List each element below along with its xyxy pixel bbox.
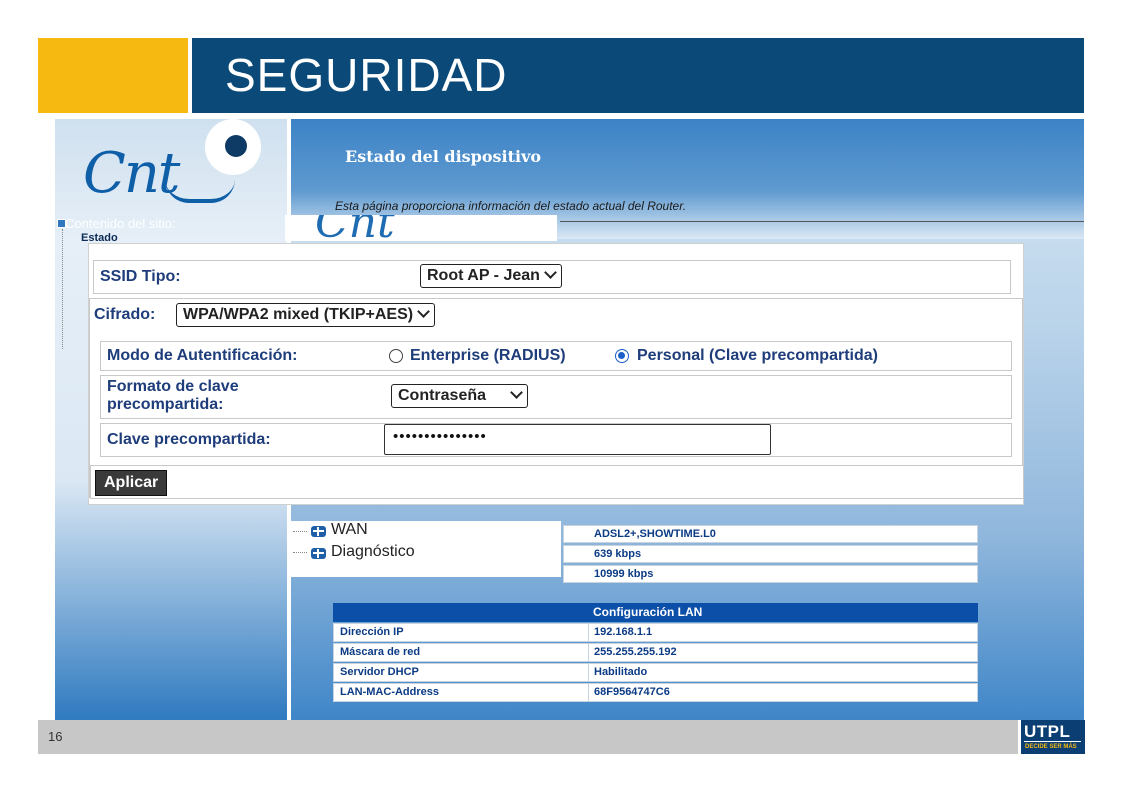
chevron-down-icon [544,266,557,279]
psk-input[interactable]: ••••••••••••••• [384,424,771,455]
slide-title: SEGURIDAD [225,49,508,101]
psk-format-row: Formato de clave precompartida: Contrase… [100,375,1012,419]
tree-connector [293,552,307,553]
table-row: LAN-MAC-Address 68F9564747C6 [333,683,978,702]
cnt-logo-overlap: Cnt [285,215,557,241]
cipher-label: Cifrado: [94,306,156,323]
cipher-select[interactable]: WPA/WPA2 mixed (TKIP+AES) [176,303,436,327]
device-status-description: Esta página proporciona información del … [335,199,687,213]
lan-header-label: Configuración LAN [593,605,703,619]
table-row: 10999 kbps [563,565,978,583]
lan-value: 68F9564747C6 [594,686,670,698]
lan-key: LAN-MAC-Address [340,686,439,698]
tree-item-diagnostico[interactable]: Diagnóstico [331,543,415,561]
tree-connector [293,531,307,532]
cipher-section: Cifrado: WPA/WPA2 mixed (TKIP+AES) Modo … [89,298,1024,499]
psk-format-label: Formato de clave precompartida: [107,378,239,413]
lan-key: Máscara de red [340,646,421,658]
ssid-type-row: SSID Tipo: Root AP - Jean [93,260,1011,294]
expand-icon[interactable] [311,548,326,559]
slide-footer [38,720,1018,754]
header-accent [38,38,188,113]
lan-key: Dirección IP [340,626,404,638]
lan-table-header: Configuración LAN [333,603,978,622]
site-content-label: Contenido del sitio: [65,216,176,231]
psk-label: Clave precompartida: [107,431,271,448]
radio-enterprise[interactable] [389,349,403,363]
lan-value: Habilitado [594,666,648,678]
cipher-value: WPA/WPA2 mixed (TKIP+AES) [183,306,414,323]
auth-mode-label: Modo de Autentificación: [107,347,298,364]
page-number: 16 [48,729,63,744]
expand-icon[interactable] [311,526,326,537]
cnt-logo-ghost: Cnt [315,215,395,241]
tree-item-wan[interactable]: WAN [331,521,368,539]
table-row: Máscara de red 255.255.255.192 [333,643,978,662]
table-row: Servidor DHCP Habilitado [333,663,978,682]
psk-row: Clave precompartida: ••••••••••••••• [100,423,1012,457]
tree-line [62,229,63,349]
radio-personal[interactable] [615,349,629,363]
lan-key: Servidor DHCP [340,666,419,678]
table-row: 639 kbps [563,545,978,563]
lan-value: 192.168.1.1 [594,626,653,638]
router-screenshot: Cnt Contenido del sitio: Estado Estado d… [55,119,1084,720]
psk-format-select[interactable]: Contraseña [391,384,529,408]
wifi-security-form: SSID Tipo: Root AP - Jean Cifrado: WPA/W… [88,243,1024,505]
ssid-type-value: Root AP - Jean [427,267,540,284]
cnt-logo: Cnt [83,141,180,206]
apply-button[interactable]: Aplicar [95,470,168,496]
utpl-logo-text: UTPL [1024,722,1071,741]
utpl-logo-rule [1024,741,1081,742]
table-row: Dirección IP 192.168.1.1 [333,623,978,642]
auth-mode-row: Modo de Autentificación: Enterprise (RAD… [100,341,1012,371]
ssid-type-label: SSID Tipo: [100,268,181,285]
chevron-down-icon [510,386,523,399]
lan-value: 255.255.255.192 [594,646,677,658]
radio-personal-label: Personal (Clave precompartida) [637,347,878,364]
wan-value: ADSL2+,SHOWTIME.L0 [594,528,716,540]
apply-row: Aplicar [90,465,1024,499]
utpl-logo-tagline: DECIDE SER MÁS [1025,744,1077,750]
chevron-down-icon [417,305,430,318]
device-status-title: Estado del dispositivo [345,147,542,166]
table-row: ADSL2+,SHOWTIME.L0 [563,525,978,543]
wan-value: 10999 kbps [594,568,654,580]
psk-format-value: Contraseña [398,387,487,404]
radio-enterprise-label: Enterprise (RADIUS) [410,347,566,364]
lower-nav-tree: WAN Diagnóstico [287,521,561,577]
ssid-type-select[interactable]: Root AP - Jean [420,264,562,288]
wan-value: 639 kbps [594,548,642,560]
cnt-logo-dot [225,135,247,157]
slide: SEGURIDAD Cnt Contenido del sitio: Estad… [0,0,1122,794]
header-rule [560,221,1084,222]
overlap-divider [551,215,556,241]
